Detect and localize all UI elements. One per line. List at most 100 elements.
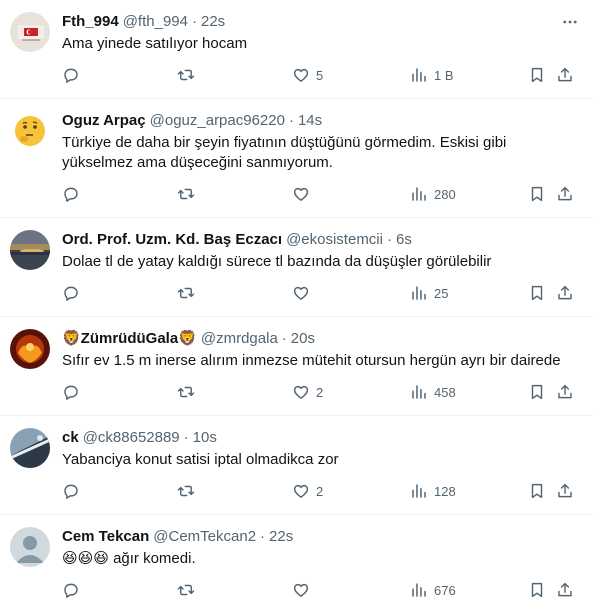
retweet-button[interactable]: [177, 581, 201, 599]
reply-button[interactable]: [62, 66, 86, 84]
like-button[interactable]: 2: [292, 482, 323, 500]
share-icon: [558, 67, 572, 82]
retweet-button[interactable]: [177, 482, 201, 500]
separator-dot: ·: [260, 528, 266, 545]
views-icon: [412, 385, 426, 399]
views-button[interactable]: 128: [410, 482, 456, 500]
username[interactable]: @ck88652889: [83, 428, 180, 448]
like-count: 2: [316, 483, 324, 499]
bookmark-button[interactable]: [528, 581, 546, 599]
reply-button[interactable]: [62, 581, 86, 599]
share-icon: [558, 483, 572, 498]
username[interactable]: @oguz_arpac96220: [150, 111, 285, 131]
display-name[interactable]: 🦁ZümrüdüGala🦁: [62, 329, 197, 349]
tweet-header: Oguz Arpaç @oguz_arpac96220 · 14s: [62, 111, 578, 131]
display-name[interactable]: Oguz Arpaç: [62, 111, 146, 131]
retweet-button[interactable]: [177, 383, 201, 401]
reply-button[interactable]: [62, 383, 86, 401]
share-button[interactable]: [556, 383, 574, 401]
tweet-text: Dolae tl de yatay kaldığı sürece tl bazı…: [62, 253, 492, 270]
more-icon[interactable]: [558, 10, 582, 34]
views-icon: [412, 583, 426, 597]
retweet-icon: [177, 287, 195, 299]
bookmark-icon: [531, 582, 543, 598]
tweet-text: Yabanciya konut satisi iptal olmadikca z…: [62, 451, 339, 468]
display-name[interactable]: Fth_994: [62, 12, 119, 32]
tweet-actions: 2 128: [62, 474, 578, 514]
share-button[interactable]: [556, 66, 574, 84]
like-button[interactable]: [292, 581, 316, 599]
timestamp[interactable]: 20s: [291, 329, 315, 349]
username[interactable]: @CemTekcan2: [153, 527, 256, 547]
reply-button[interactable]: [62, 185, 86, 203]
avatar[interactable]: [10, 111, 50, 151]
bookmark-button[interactable]: [528, 482, 546, 500]
bookmark-button[interactable]: [528, 284, 546, 302]
tweet[interactable]: Cem Tekcan @CemTekcan2 · 22s 😆😆😆 ağır ko…: [0, 515, 594, 610]
avatar[interactable]: [10, 230, 50, 270]
share-button[interactable]: [556, 284, 574, 302]
bookmark-button[interactable]: [528, 66, 546, 84]
retweet-icon: [177, 69, 195, 81]
display-name[interactable]: ck: [62, 428, 79, 448]
avatar[interactable]: [10, 428, 50, 468]
avatar[interactable]: [10, 12, 50, 52]
views-count: 676: [434, 582, 456, 598]
views-button[interactable]: 458: [410, 383, 456, 401]
like-count: 2: [316, 384, 324, 400]
like-button[interactable]: [292, 284, 316, 302]
share-icon: [558, 285, 572, 300]
retweet-button[interactable]: [177, 284, 201, 302]
display-name[interactable]: Cem Tekcan: [62, 527, 149, 547]
tweet[interactable]: Oguz Arpaç @oguz_arpac96220 · 14s Türkiy…: [0, 99, 594, 218]
heart-icon: [293, 385, 309, 399]
timestamp[interactable]: 22s: [269, 527, 293, 547]
avatar[interactable]: [10, 329, 50, 369]
like-button[interactable]: [292, 185, 316, 203]
heart-icon: [293, 187, 309, 201]
share-icon: [558, 582, 572, 597]
tweet[interactable]: ck @ck88652889 · 10s Yabanciya konut sat…: [0, 416, 594, 515]
tweet[interactable]: 🦁ZümrüdüGala🦁 @zmrdgala · 20s Sıfır ev 1…: [0, 317, 594, 416]
share-button[interactable]: [556, 482, 574, 500]
share-button[interactable]: [556, 185, 574, 203]
username[interactable]: @ekosistemcii: [286, 230, 383, 250]
share-icon: [558, 384, 572, 399]
username[interactable]: @fth_994: [123, 12, 188, 32]
bookmark-button[interactable]: [528, 185, 546, 203]
like-button[interactable]: 2: [292, 383, 323, 401]
views-button[interactable]: 25: [410, 284, 448, 302]
reply-button[interactable]: [62, 482, 86, 500]
reply-icon: [64, 286, 78, 301]
avatar[interactable]: [10, 527, 50, 567]
tweet[interactable]: Ord. Prof. Uzm. Kd. Baş Eczacı @ekosiste…: [0, 218, 594, 317]
retweet-button[interactable]: [177, 185, 201, 203]
display-name[interactable]: Ord. Prof. Uzm. Kd. Baş Eczacı: [62, 230, 282, 250]
views-button[interactable]: 1 B: [410, 66, 454, 84]
reply-button[interactable]: [62, 284, 86, 302]
tweet-text: Ama yinede satılıyor hocam: [62, 35, 248, 52]
views-count: 128: [434, 483, 456, 499]
timestamp[interactable]: 22s: [201, 12, 225, 32]
reply-icon: [64, 484, 78, 499]
share-button[interactable]: [556, 581, 574, 599]
tweet[interactable]: Fth_994 @fth_994 · 22s Ama yinede satılı…: [0, 0, 594, 99]
timestamp[interactable]: 6s: [396, 230, 412, 250]
views-button[interactable]: 676: [410, 581, 456, 599]
bookmark-icon: [531, 285, 543, 301]
reply-feed: Fth_994 @fth_994 · 22s Ama yinede satılı…: [0, 0, 594, 610]
tweet-text: Türkiye de daha bir şeyin fiyatının düşt…: [62, 134, 507, 171]
views-icon: [412, 187, 426, 201]
views-count: 458: [434, 384, 456, 400]
views-button[interactable]: 280: [410, 185, 456, 203]
bookmark-button[interactable]: [528, 383, 546, 401]
separator-dot: ·: [191, 13, 197, 30]
username[interactable]: @zmrdgala: [201, 329, 278, 349]
like-button[interactable]: 5: [292, 66, 323, 84]
timestamp[interactable]: 14s: [298, 111, 322, 131]
tweet-text: 😆😆😆 ağır komedi.: [62, 550, 196, 567]
retweet-button[interactable]: [177, 66, 201, 84]
heart-icon: [293, 583, 309, 597]
timestamp[interactable]: 10s: [193, 428, 217, 448]
separator-dot: ·: [183, 429, 189, 446]
